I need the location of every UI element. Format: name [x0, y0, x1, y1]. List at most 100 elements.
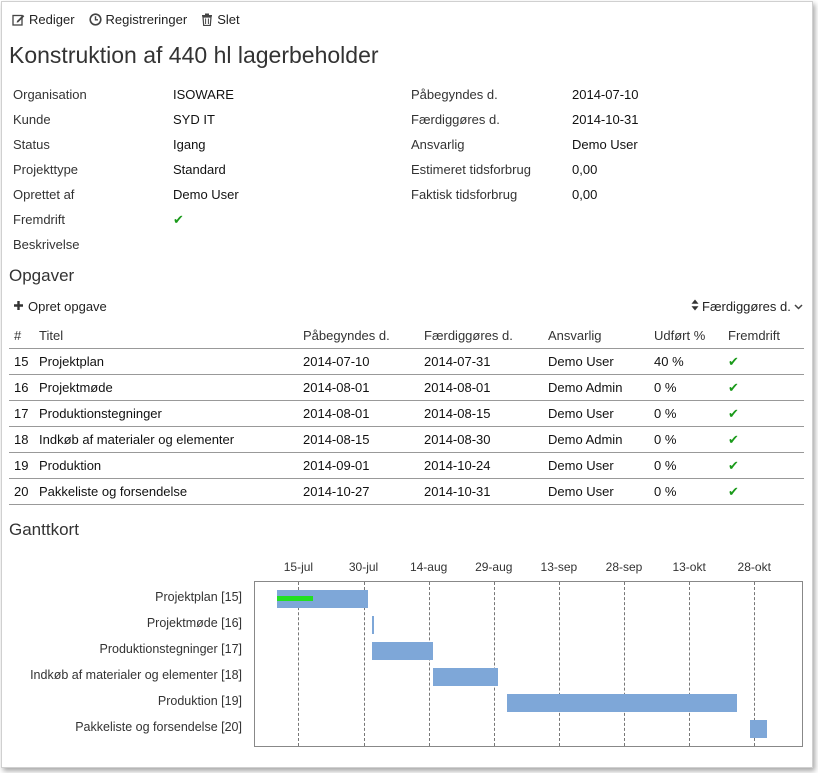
check-icon: ✔: [173, 211, 184, 227]
task-end: 2014-08-01: [419, 374, 543, 401]
task-end: 2014-10-31: [419, 478, 543, 505]
task-id: 17: [9, 400, 34, 427]
info-row: Projekttype Standard: [13, 157, 393, 182]
task-owner: Demo User: [543, 478, 649, 505]
task-owner: Demo User: [543, 348, 649, 375]
project-info-right: Påbegyndes d. 2014-07-10 Færdiggøres d. 201…: [411, 82, 791, 207]
create-task-button[interactable]: Opret opgave: [13, 299, 107, 314]
info-label: Påbegyndes d.: [411, 87, 498, 102]
task-start: 2014-08-01: [298, 374, 419, 401]
gantt-bar[interactable]: [749, 720, 768, 738]
info-label: Organisation: [13, 87, 87, 102]
info-label: Beskrivelse: [13, 237, 80, 252]
info-value: SYD IT: [173, 112, 215, 127]
info-label: Færdiggøres d.: [411, 112, 500, 127]
gantt-row-label: Projektmøde [16]: [146, 616, 242, 630]
delete-label: Slet: [217, 12, 240, 27]
column-header: Titel: [34, 322, 298, 349]
task-title: Produktion: [34, 452, 298, 479]
task-start: 2014-10-27: [298, 478, 419, 505]
info-row: Faktisk tidsforbrug 0,00: [411, 182, 791, 207]
task-id: 16: [9, 374, 34, 401]
gantt-tick-label: 28-okt: [737, 560, 771, 574]
edit-icon: [12, 13, 25, 26]
column-header: #: [9, 322, 34, 349]
check-icon: ✔: [723, 348, 804, 375]
task-title: Produktionstegninger: [34, 400, 298, 427]
info-row: Oprettet af Demo User: [13, 182, 393, 207]
gantt-plot-area: [254, 581, 803, 747]
task-end: 2014-07-31: [419, 348, 543, 375]
tasks-table: # Titel Påbegyndes d. Færdiggøres d. Ansvarl…: [9, 322, 804, 505]
gantt-row-label: Produktion [19]: [157, 694, 242, 708]
check-icon: ✔: [723, 452, 804, 479]
task-done: 0 %: [649, 374, 723, 401]
info-label: Oprettet af: [13, 187, 75, 202]
info-row: Estimeret tidsforbrug 0,00: [411, 157, 791, 182]
task-done: 40 %: [649, 348, 723, 375]
registrations-button[interactable]: Registreringer: [88, 12, 188, 27]
gantt-bar[interactable]: [432, 668, 499, 686]
project-page: Rediger Registreringer Slet Konstruktion…: [1, 1, 813, 768]
info-row: Ansvarlig Demo User: [411, 132, 791, 157]
gantt-row-label: Pakkeliste og forsendelse [20]: [75, 720, 242, 734]
info-label: Kunde: [13, 112, 51, 127]
gantt-row-label: Produktionstegninger [17]: [99, 642, 242, 656]
clock-icon: [88, 13, 102, 26]
toolbar: Rediger Registreringer Slet: [12, 12, 240, 27]
gantt-gridline: [689, 582, 691, 746]
gantt-bar[interactable]: [372, 616, 375, 634]
edit-button[interactable]: Rediger: [12, 12, 75, 27]
task-owner: Demo Admin: [543, 426, 649, 453]
gantt-bar[interactable]: [506, 694, 737, 712]
gantt-tick-label: 15-jul: [283, 560, 314, 574]
check-icon: ✔: [723, 426, 804, 453]
info-value: 2014-07-10: [572, 87, 639, 102]
sort-dropdown[interactable]: Færdiggøres d.: [691, 299, 803, 314]
task-done: 0 %: [649, 452, 723, 479]
gantt-gridline: [558, 582, 560, 746]
task-done: 0 %: [649, 426, 723, 453]
column-header: Udført %: [649, 322, 723, 349]
chevron-down-icon: [794, 299, 803, 314]
info-label: Estimeret tidsforbrug: [411, 162, 531, 177]
table-row[interactable]: 18 Indkøb af materialer og elementer 2014-…: [9, 426, 804, 453]
info-row: Færdiggøres d. 2014-10-31: [411, 107, 791, 132]
tasks-heading: Opgaver: [9, 266, 75, 285]
table-header-row: # Titel Påbegyndes d. Færdiggøres d. Ansvarl…: [9, 322, 804, 349]
task-end: 2014-08-30: [419, 426, 543, 453]
table-row[interactable]: 20 Pakkeliste og forsendelse 2014-10-27 201…: [9, 478, 804, 505]
task-id: 20: [9, 478, 34, 505]
table-row[interactable]: 17 Produktionstegninger 2014-08-01 2014-08-…: [9, 400, 804, 427]
gantt-row-label: Indkøb af materialer og elementer [18]: [30, 668, 242, 682]
check-icon: ✔: [723, 400, 804, 427]
gantt-bar[interactable]: [372, 642, 433, 660]
delete-button[interactable]: Slet: [201, 12, 240, 27]
task-id: 18: [9, 426, 34, 453]
registrations-label: Registreringer: [105, 12, 188, 27]
table-row[interactable]: 19 Produktion 2014-09-01 2014-10-24 Demo Use…: [9, 452, 804, 479]
gantt-tick-label: 13-okt: [672, 560, 706, 574]
project-info-left: Organisation ISOWARE Kunde SYD IT Status Igan…: [13, 82, 393, 257]
info-label: Status: [13, 137, 50, 152]
task-id: 19: [9, 452, 34, 479]
gantt-progress-bar: [276, 596, 314, 601]
gantt-chart: 15-jul 30-jul 14-aug 29-aug 13-sep 28-sep 13-o…: [2, 550, 812, 750]
sort-icon: [691, 299, 699, 314]
info-value: ISOWARE: [173, 87, 234, 102]
column-header: Ansvarlig: [543, 322, 649, 349]
table-row[interactable]: 15 Projektplan 2014-07-10 2014-07-31 Demo Us…: [9, 348, 804, 375]
info-label: Projekttype: [13, 162, 79, 177]
task-title: Indkøb af materialer og elementer: [34, 426, 298, 453]
info-label: Ansvarlig: [411, 137, 465, 152]
info-value: Standard: [173, 162, 226, 177]
table-row[interactable]: 16 Projektmøde 2014-08-01 2014-08-01 Demo Ad…: [9, 374, 804, 401]
gantt-gridline: [428, 582, 430, 746]
info-value: 2014-10-31: [572, 112, 639, 127]
task-start: 2014-09-01: [298, 452, 419, 479]
gantt-gridline: [624, 582, 625, 746]
plus-icon: [13, 299, 24, 314]
task-done: 0 %: [649, 400, 723, 427]
task-owner: Demo Admin: [543, 374, 649, 401]
column-header: Påbegyndes d.: [298, 322, 419, 349]
